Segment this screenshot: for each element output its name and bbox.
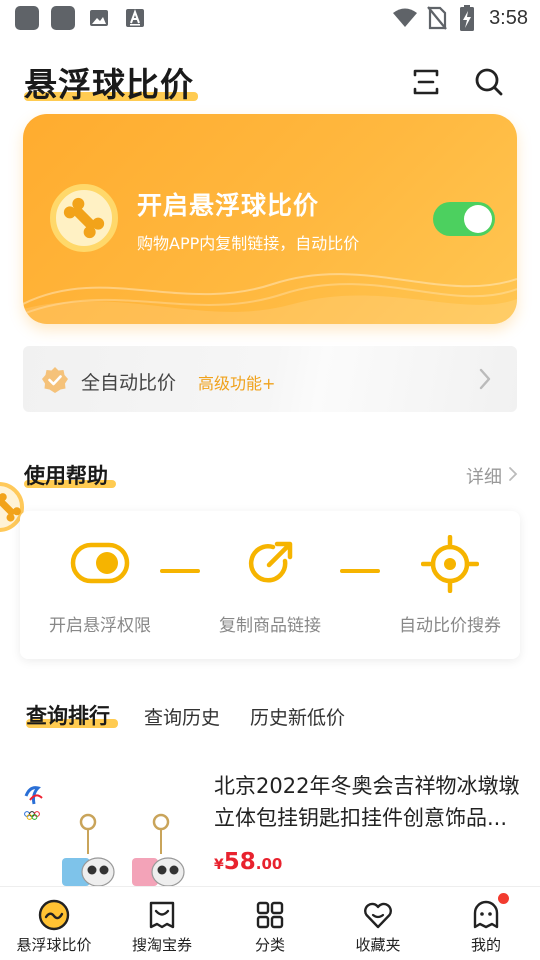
nav-favorites[interactable]: 收藏夹 [324,887,432,960]
hero-subtitle: 购物APP内复制链接，自动比价 [137,234,360,253]
nav-taobao-coupon[interactable]: 搜淘宝券 [108,887,216,960]
chevron-right-icon [479,368,491,390]
heart-icon [364,902,392,929]
product-price: ¥58.00 [214,849,282,875]
product-image [18,774,198,886]
no-sim-icon [427,6,447,30]
float-ball-icon [38,899,70,931]
status-bar: 3:58 [0,0,540,36]
float-ball-toggle[interactable] [433,202,495,236]
bottom-nav: 悬浮球比价 搜淘宝券 分类 收藏夹 我的 [0,886,540,960]
verified-badge-icon [42,367,68,393]
help-title: 使用帮助 [24,464,108,488]
app-header: 悬浮球比价 [0,52,540,112]
product-title: 北京2022年冬奥会吉祥物冰墩墩立体包挂钥匙扣挂件创意饰品... [214,774,520,830]
toggle-icon [70,542,130,584]
profile-icon [473,900,499,929]
price-symbol: ¥ [214,857,224,873]
bone-icon [50,184,118,252]
tab-query-history[interactable]: 查询历史 [144,703,220,730]
nav-label: 收藏夹 [355,936,401,954]
price-integer: 58 [223,849,256,875]
page-title: 悬浮球比价 [24,65,194,104]
help-detail-link[interactable]: 详细 [466,463,502,489]
nav-label: 搜淘宝券 [131,936,192,954]
nav-profile[interactable]: 我的 [432,887,540,960]
wave-decoration [23,273,517,324]
nav-float-ball[interactable]: 悬浮球比价 [0,887,108,960]
help-step: 开启悬浮权限 [20,511,180,659]
tab-historical-low[interactable]: 历史新低价 [250,703,345,730]
nav-label: 我的 [470,936,501,954]
product-item[interactable]: 北京2022年冬奥会吉祥物冰墩墩立体包挂钥匙扣挂件创意饰品... ¥58.00 [0,756,540,886]
battery-icon [460,5,474,31]
price-decimal: .00 [255,855,283,873]
status-time: 3:58 [489,7,528,29]
grid-icon [256,901,284,929]
hero-title: 开启悬浮球比价 [137,191,320,220]
help-steps-card: 开启悬浮权限 复制商品链接 自动比价搜券 [20,511,520,659]
step-label: 复制商品链接 [219,616,321,636]
help-step: 自动比价搜券 [370,511,530,659]
app-icon [51,6,75,30]
tab-query-ranking[interactable]: 查询排行 [26,700,110,730]
auto-compare-label: 全自动比价 [81,372,177,394]
target-icon [421,535,479,593]
nav-label: 分类 [254,936,285,954]
help-step: 复制商品链接 [190,511,350,659]
chevron-right-icon [509,467,518,481]
float-ball-card: 开启悬浮球比价 购物APP内复制链接，自动比价 [23,114,517,324]
wifi-icon [393,8,417,27]
gallery-icon [90,10,108,26]
share-icon [248,541,293,583]
auto-compare-row[interactable]: 全自动比价 高级功能+ [23,346,517,412]
notification-dot [498,893,509,904]
nav-label: 悬浮球比价 [16,936,92,954]
search-icon[interactable] [473,66,505,98]
premium-feature-badge: 高级功能+ [198,374,276,393]
app-icon [15,6,39,30]
coupon-icon [149,901,175,929]
step-label: 开启悬浮权限 [49,616,151,636]
step-label: 自动比价搜券 [399,616,501,636]
ranking-tabs: 查询排行 查询历史 历史新低价 [26,700,526,740]
nav-category[interactable]: 分类 [216,887,324,960]
font-icon [126,9,144,27]
scan-icon[interactable] [410,66,442,98]
toggle-knob [464,205,492,233]
